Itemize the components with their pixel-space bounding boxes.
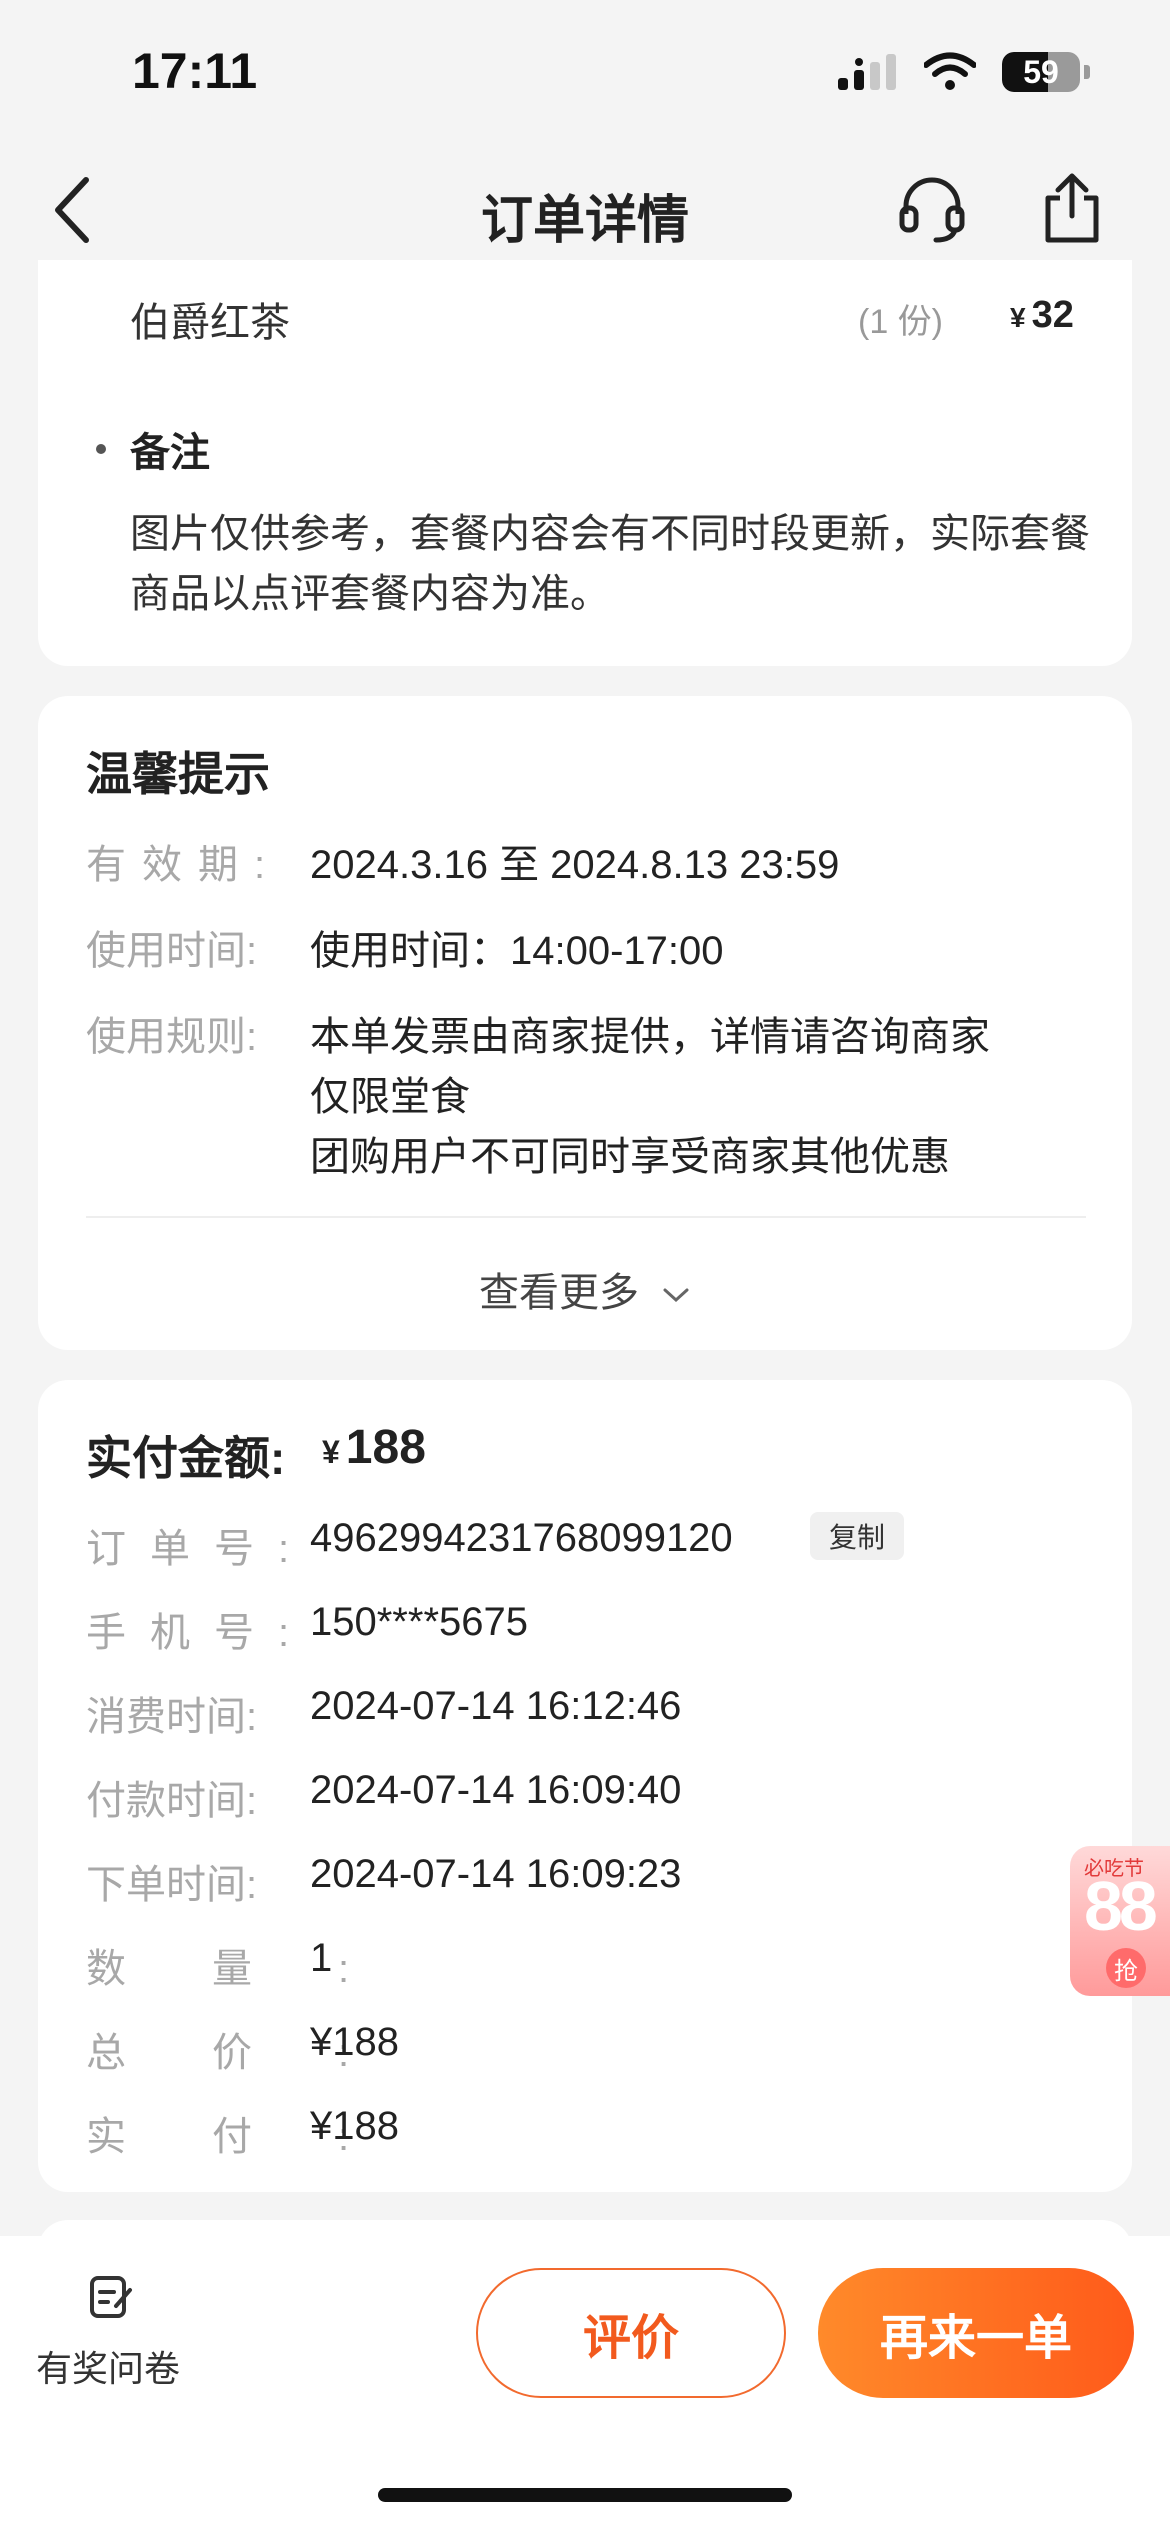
copy-button[interactable]: 复制 — [810, 1512, 904, 1560]
reorder-button[interactable]: 再来一单 — [818, 2268, 1134, 2398]
review-button[interactable]: 评价 — [476, 2268, 786, 2398]
usage-time-label: 使用时间: — [86, 929, 258, 973]
promo-big-text: 88 — [1084, 1867, 1158, 1945]
item-name: 伯爵红茶 — [130, 301, 290, 345]
promo-grab-badge: 抢 — [1106, 1948, 1146, 1988]
bullet-dot — [96, 444, 106, 454]
total-label: 总价: — [86, 2031, 436, 2075]
order-no-value: 4962994231768099120 — [310, 1516, 733, 1560]
divider — [86, 1216, 1086, 1218]
rules-label: 使用规则: — [86, 1015, 258, 1059]
paid-label: 实付: — [86, 2115, 436, 2159]
item-quantity: (1 份) — [858, 303, 943, 341]
rules-line-2: 仅限堂食 — [310, 1075, 470, 1119]
status-icons: 59 — [838, 52, 1090, 92]
phone-value: 150****5675 — [310, 1600, 528, 1644]
validity-value: 2024.3.16 至 2024.8.13 23:59 — [310, 843, 840, 887]
battery-tip — [1084, 65, 1090, 79]
rules-line-1: 本单发票由商家提供，详情请咨询商家 — [310, 1015, 990, 1059]
view-more-label: 查看更多 — [479, 1271, 639, 1315]
note-text: 图片仅供参考，套餐内容会有不同时段更新，实际套餐商品以点评套餐内容为准。 — [130, 512, 1090, 616]
validity-label: 有效期: — [86, 832, 271, 890]
item-price-value: 32 — [1031, 294, 1074, 336]
paid-amount-title: 实付金额: — [86, 1432, 286, 1484]
usage-time-value: 使用时间：14:00-17:00 — [310, 929, 724, 973]
currency-symbol: ¥ — [1010, 302, 1026, 333]
order-time-value: 2024-07-14 16:09:23 — [310, 1852, 682, 1896]
pay-time-label: 付款时间: — [86, 1779, 258, 1823]
currency-symbol: ¥ — [322, 1434, 340, 1470]
paid-amount: ¥188 — [322, 1420, 426, 1475]
survey-label[interactable]: 有奖问卷 — [36, 2340, 180, 2392]
paid-amount-value: 188 — [345, 1421, 426, 1474]
note-title: 备注 — [130, 431, 210, 475]
order-time-label: 下单时间: — [86, 1863, 258, 1907]
tips-title: 温馨提示 — [86, 748, 270, 800]
quantity-value: 1 — [310, 1936, 333, 1980]
validity-label-text: 有效期: — [86, 843, 282, 887]
consume-time-label: 消费时间: — [86, 1695, 258, 1739]
consume-time-value: 2024-07-14 16:12:46 — [310, 1684, 682, 1728]
survey-edit-icon[interactable] — [88, 2274, 134, 2320]
home-indicator — [378, 2488, 792, 2502]
phone-label: 手机号: — [86, 1611, 314, 1655]
status-time: 17:11 — [132, 43, 258, 99]
battery-icon: 59 — [1002, 52, 1080, 92]
paid-value: ¥188 — [310, 2104, 399, 2148]
chevron-down-icon — [663, 1288, 689, 1303]
pay-time-value: 2024-07-14 16:09:40 — [310, 1768, 682, 1812]
rules-line-3: 团购用户不可同时享受商家其他优惠 — [310, 1135, 950, 1179]
order-no-label: 订单号: — [86, 1527, 314, 1571]
quantity-label: 数量: — [86, 1947, 436, 1991]
cellular-signal-icon — [838, 54, 896, 90]
wifi-icon — [924, 52, 976, 90]
page-title: 订单详情 — [480, 192, 689, 250]
item-price: ¥32 — [1010, 294, 1074, 337]
share-icon[interactable] — [1036, 170, 1108, 246]
view-more-button[interactable]: 查看更多 — [0, 1260, 1170, 1318]
promo-float-badge[interactable]: 必吃节 88 抢 — [1070, 1846, 1170, 1996]
battery-level: 59 — [1023, 53, 1059, 90]
total-value: ¥188 — [310, 2020, 399, 2064]
headset-icon[interactable] — [896, 172, 968, 244]
